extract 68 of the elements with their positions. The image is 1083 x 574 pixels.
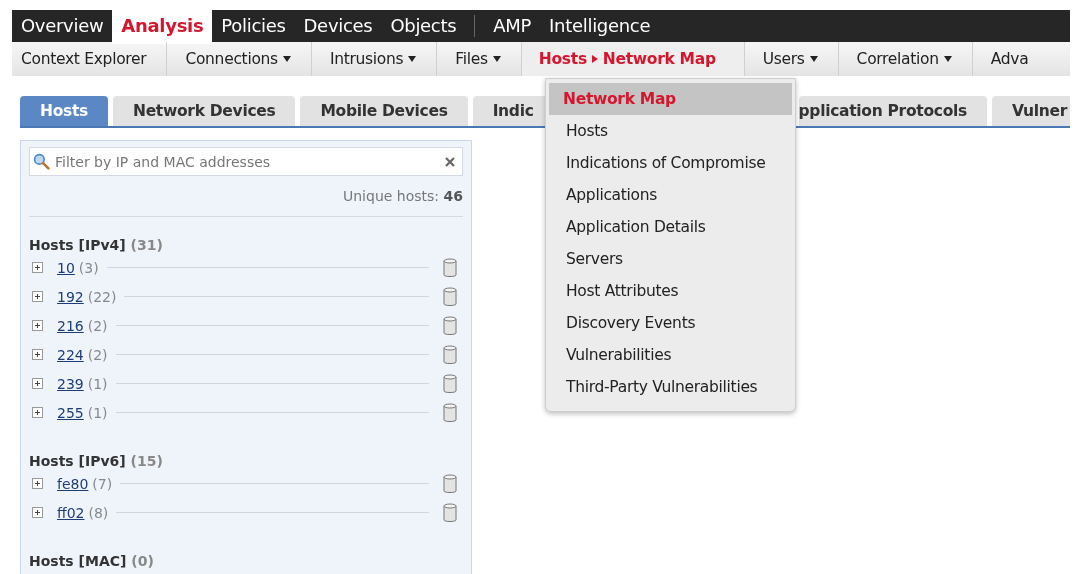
host-link[interactable]: 10 [57, 259, 75, 276]
main-nav-item[interactable]: Policies [212, 10, 295, 42]
host-link[interactable]: 192 [57, 288, 84, 305]
main-nav-item[interactable]: Intelligence [540, 10, 660, 42]
database-icon[interactable] [443, 286, 457, 307]
menu-item[interactable]: Discovery Events [549, 307, 792, 339]
database-icon[interactable] [443, 402, 457, 423]
main-nav-item[interactable]: AMP [484, 10, 541, 42]
unique-hosts-count: Unique hosts: 46 [342, 188, 463, 204]
sub-nav-item[interactable]: Hosts Network Map [521, 42, 745, 76]
main-nav-item[interactable]: Devices [294, 10, 382, 42]
sub-nav-item[interactable]: Adva [972, 42, 1049, 76]
host-link[interactable]: 216 [57, 317, 84, 334]
host-count: (1) [87, 375, 108, 392]
database-icon[interactable] [443, 373, 457, 394]
tab[interactable]: Vulner [991, 96, 1070, 126]
host-count: (1) [87, 404, 108, 421]
expand-icon[interactable] [32, 349, 43, 360]
menu-item[interactable]: Host Attributes [549, 275, 792, 307]
host-link[interactable]: fe80 [57, 475, 89, 492]
database-icon[interactable] [443, 344, 457, 365]
host-count: (3) [78, 259, 99, 276]
expand-icon[interactable] [32, 378, 43, 389]
group-heading: Hosts [MAC] (0) [29, 553, 155, 569]
main-nav-item[interactable]: Analysis [112, 10, 213, 44]
expand-icon[interactable] [32, 478, 43, 489]
caret-icon [591, 55, 598, 63]
expand-icon[interactable] [32, 320, 43, 331]
tab[interactable]: pplication Protocols [798, 96, 987, 126]
host-link[interactable]: 255 [57, 404, 84, 421]
tab[interactable]: Network Devices [113, 96, 296, 126]
expand-icon[interactable] [32, 291, 43, 302]
clear-icon[interactable] [445, 157, 455, 167]
menu-item[interactable]: Application Details [549, 211, 792, 243]
menu-item[interactable]: Vulnerabilities [549, 339, 792, 371]
host-link[interactable]: 239 [57, 375, 84, 392]
tab[interactable]: Hosts [20, 96, 108, 126]
menu-item[interactable]: Indications of Compromise [549, 147, 792, 179]
host-count: (22) [87, 288, 117, 305]
menu-item[interactable]: Third-Party Vulnerabilities [549, 371, 792, 403]
sub-nav-item[interactable]: Connections [167, 42, 312, 76]
database-icon[interactable] [443, 473, 457, 494]
host-count: (2) [87, 317, 108, 334]
main-nav-item[interactable]: Objects [381, 10, 466, 42]
host-link[interactable]: ff02 [57, 504, 85, 521]
expand-icon[interactable] [32, 262, 43, 273]
filter-field[interactable]: Filter by IP and MAC addresses [29, 147, 463, 176]
main-nav-item[interactable]: Overview [12, 10, 113, 42]
group-heading: Hosts [IPv4] (31) [29, 237, 164, 253]
sub-nav-item[interactable]: Files [437, 42, 522, 76]
menu-item[interactable]: Applications [549, 179, 792, 211]
sub-nav-item[interactable]: Users [744, 42, 839, 76]
sub-nav-item[interactable]: Correlation [838, 42, 973, 76]
expand-icon[interactable] [32, 507, 43, 518]
tab[interactable]: Mobile Devices [300, 96, 468, 126]
host-link[interactable]: 224 [57, 346, 84, 363]
search-icon [33, 153, 50, 170]
group-heading: Hosts [IPv6] (15) [29, 453, 164, 469]
database-icon[interactable] [443, 502, 457, 523]
sub-nav-item[interactable]: Intrusions [311, 42, 438, 76]
expand-icon[interactable] [32, 407, 43, 418]
host-count: (8) [88, 504, 109, 521]
host-count: (7) [92, 475, 113, 492]
host-count: (2) [87, 346, 108, 363]
database-icon[interactable] [443, 257, 457, 278]
database-icon[interactable] [443, 315, 457, 336]
sub-nav-item[interactable]: Context Explorer [12, 42, 168, 76]
menu-item[interactable]: Servers [549, 243, 792, 275]
